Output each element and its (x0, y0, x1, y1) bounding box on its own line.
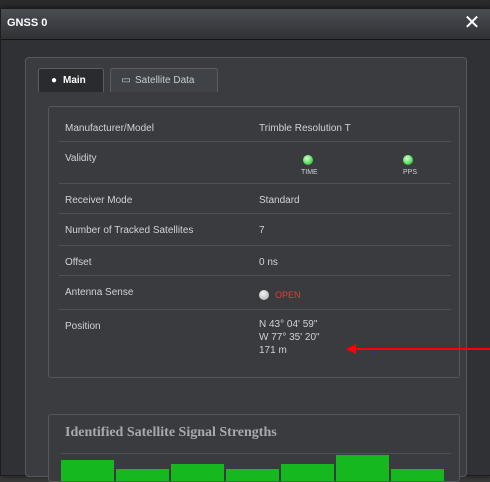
row-manufacturer: Manufacturer/Model Trimble Resolution T (59, 115, 451, 142)
tracked-satellites-label: Number of Tracked Satellites (65, 225, 194, 236)
tab-satellite-data-label: Satellite Data (135, 75, 195, 86)
offset-label: Offset (65, 257, 92, 268)
tracked-satellites-value: 7 (259, 225, 265, 236)
position-longitude: W 77° 35' 20" (259, 332, 320, 343)
dialog-body: ● Main ▭ Satellite Data Manufacturer/Model… (25, 57, 467, 482)
antenna-status-icon (259, 290, 269, 300)
row-position: Position N 43° 04' 59" W 77° 35' 20" 171… (59, 313, 451, 367)
antenna-sense-label: Antenna Sense (65, 287, 134, 298)
signal-strength-chart: Identified Satellite Signal Strengths (48, 414, 460, 482)
annotation-arrow-line (355, 348, 490, 350)
annotation-dot (372, 352, 374, 354)
info-icon: ● (50, 75, 58, 86)
position-latitude: N 43° 04' 59" (259, 319, 318, 330)
tab-satellite-data[interactable]: ▭ Satellite Data (110, 68, 218, 92)
signal-bar-4 (226, 469, 279, 481)
time-led-icon (303, 155, 313, 165)
title-bar: GNSS 0 ✕ (1, 9, 490, 40)
signal-bar-3 (171, 464, 224, 481)
signal-strength-title: Identified Satellite Signal Strengths (65, 425, 277, 440)
gnss-dialog: GNSS 0 ✕ ● Main ▭ Satellite Data Manufactu… (0, 8, 490, 482)
antenna-sense-value: OPEN (275, 290, 301, 300)
position-altitude: 171 m (259, 345, 287, 356)
row-validity: Validity TIME PPS (59, 145, 451, 184)
main-panel: Manufacturer/Model Trimble Resolution T … (48, 106, 460, 378)
row-receiver-mode: Receiver Mode Standard (59, 187, 451, 214)
manufacturer-label: Manufacturer/Model (65, 123, 154, 134)
row-tracked-satellites: Number of Tracked Satellites 7 (59, 217, 451, 246)
tab-main-label: Main (63, 75, 86, 86)
signal-bar-5 (281, 464, 334, 481)
pps-led-icon (403, 155, 413, 165)
signal-bar-2 (116, 469, 169, 481)
annotation-arrow-head-icon (346, 344, 356, 354)
chart-area (61, 453, 451, 481)
manufacturer-value: Trimble Resolution T (259, 123, 351, 134)
time-label: TIME (301, 169, 318, 176)
monitor-icon: ▭ (121, 75, 131, 86)
validity-label: Validity (65, 153, 97, 164)
row-antenna-sense: Antenna Sense OPEN (59, 279, 451, 310)
position-label: Position (65, 321, 101, 332)
receiver-mode-value: Standard (259, 195, 300, 206)
row-offset: Offset 0 ns (59, 249, 451, 276)
dialog-title: GNSS 0 (7, 17, 48, 29)
tab-main[interactable]: ● Main (38, 68, 104, 92)
signal-bar-6 (336, 455, 389, 481)
offset-value: 0 ns (259, 257, 278, 268)
close-icon[interactable]: ✕ (461, 12, 483, 34)
signal-bar-7 (391, 469, 444, 481)
signal-bar-1 (61, 460, 114, 481)
receiver-mode-label: Receiver Mode (65, 195, 133, 206)
pps-label: PPS (403, 169, 418, 176)
